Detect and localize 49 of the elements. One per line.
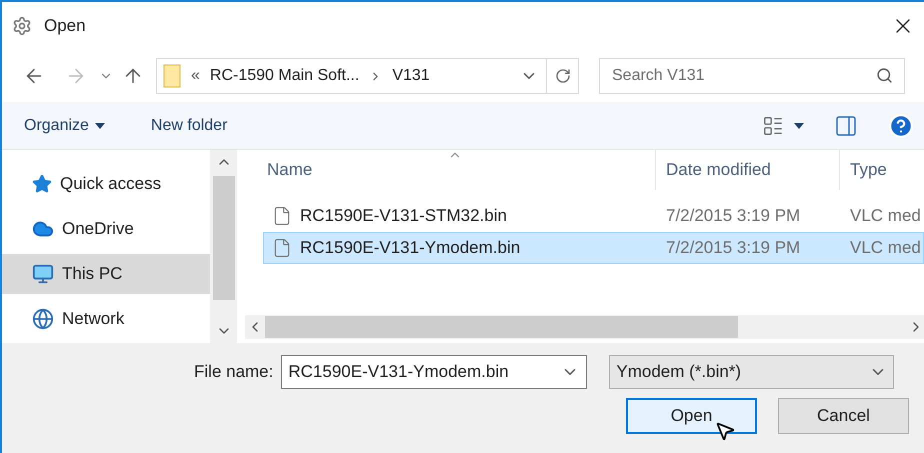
window-title: Open bbox=[44, 15, 86, 38]
gear-icon bbox=[12, 16, 32, 36]
file-icon bbox=[272, 238, 292, 258]
file-name-label: File name: bbox=[194, 361, 274, 384]
folder-icon bbox=[163, 64, 181, 88]
file-icon bbox=[272, 206, 292, 226]
vertical-scrollbar[interactable] bbox=[210, 150, 237, 343]
file-type: VLC med bbox=[849, 237, 921, 260]
file-type: VLC med bbox=[849, 205, 921, 228]
column-header[interactable]: Type bbox=[839, 150, 924, 190]
file-row[interactable]: RC1590E-V131-Ymodem.bin 7/2/2015 3:19 PM VLC med bbox=[263, 232, 924, 264]
file-name: RC1590E-V131-STM32.bin bbox=[300, 205, 507, 228]
sidebar-item[interactable]: This PC bbox=[2, 254, 210, 294]
organize-button[interactable]: Organize bbox=[24, 114, 105, 138]
overflow-chevrons: « bbox=[191, 66, 200, 86]
search-field[interactable]: Search V131 bbox=[599, 58, 905, 94]
refresh-icon bbox=[554, 68, 570, 84]
sidebar-item[interactable]: OneDrive bbox=[2, 209, 210, 249]
sidebar-item[interactable]: Quick access bbox=[2, 164, 210, 204]
file-type-dropdown[interactable]: Ymodem (*.bin*) bbox=[609, 355, 894, 389]
mouse-pointer-icon bbox=[714, 420, 736, 442]
horizontal-scrollbar[interactable] bbox=[245, 315, 924, 339]
open-button[interactable]: Open bbox=[626, 398, 757, 434]
panel-icon bbox=[834, 114, 858, 138]
breadcrumb-item[interactable]: V131 bbox=[392, 64, 430, 88]
view-options-button[interactable] bbox=[762, 114, 804, 136]
address-bar[interactable]: « RC-1590 Main Soft... V131 bbox=[156, 58, 579, 94]
globe-icon bbox=[32, 308, 54, 330]
file-date: 7/2/2015 3:19 PM bbox=[665, 237, 802, 260]
file-name: RC1590E-V131-Ymodem.bin bbox=[300, 237, 520, 260]
caret-down-icon bbox=[794, 122, 804, 128]
cancel-button[interactable]: Cancel bbox=[778, 398, 909, 434]
file-date: 7/2/2015 3:19 PM bbox=[665, 205, 802, 228]
breadcrumb-item[interactable]: RC-1590 Main Soft... bbox=[210, 64, 360, 88]
column-header[interactable]: Name bbox=[263, 150, 655, 190]
star-icon bbox=[32, 174, 52, 194]
help-button[interactable] bbox=[888, 112, 914, 138]
column-header[interactable]: Date modified bbox=[655, 150, 839, 190]
help-icon bbox=[888, 112, 914, 138]
file-name-combobox[interactable]: RC1590E-V131-Ymodem.bin bbox=[281, 355, 588, 389]
sidebar-item[interactable]: Network bbox=[2, 299, 210, 339]
file-type-filter: Ymodem (*.bin*) bbox=[616, 361, 742, 384]
caret-down-icon bbox=[94, 122, 105, 128]
list-view-icon bbox=[762, 114, 784, 136]
new-folder-button[interactable]: New folder bbox=[150, 114, 228, 138]
preview-pane-button[interactable] bbox=[834, 114, 858, 138]
file-row[interactable]: RC1590E-V131-STM32.bin 7/2/2015 3:19 PM VLC med bbox=[263, 200, 924, 232]
search-icon bbox=[876, 67, 893, 84]
monitor-icon bbox=[32, 263, 54, 285]
